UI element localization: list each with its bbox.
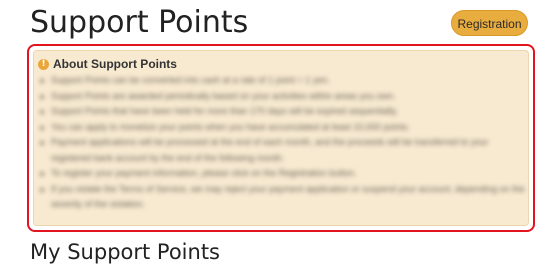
list-item-text: You can apply to monetize your points wh… (51, 121, 410, 132)
about-panel-title: About Support Points (53, 57, 177, 71)
list-item-text: Support Points that have been held for m… (51, 106, 399, 116)
bullet-icon (40, 79, 44, 83)
bullet-icon (40, 110, 44, 114)
bullet-icon (40, 172, 44, 176)
list-item-text: If you violate the Terms of Service, we … (51, 183, 525, 210)
list-item-text: Support Points can be converted into cas… (51, 75, 330, 85)
list-item: If you violate the Terms of Service, we … (38, 182, 526, 213)
my-support-points-title: My Support Points (30, 240, 220, 264)
list-item-text: Payment applications will be processed a… (51, 137, 489, 163)
list-item: You can apply to monetize your points wh… (38, 120, 526, 136)
list-item-text: To register your payment information, pl… (51, 168, 357, 178)
list-item: Support Points are awarded periodically … (38, 89, 526, 105)
list-item: To register your payment information, pl… (38, 166, 526, 182)
about-panel-header: ! About Support Points (38, 57, 177, 71)
list-item: Support Points that have been held for m… (38, 104, 526, 120)
about-panel-body: ! About Support Points Support Points ca… (33, 50, 529, 226)
list-item: Payment applications will be processed a… (38, 135, 526, 166)
about-points-list: Support Points can be converted into cas… (38, 73, 526, 213)
info-icon: ! (38, 58, 49, 70)
list-item-text: Support Points are awarded periodically … (51, 90, 396, 101)
bullet-icon (40, 125, 44, 130)
list-item: Support Points can be converted into cas… (38, 73, 526, 89)
about-support-points-panel: ! About Support Points Support Points ca… (27, 44, 535, 232)
bullet-icon (40, 141, 44, 145)
bullet-icon (40, 94, 44, 99)
bullet-icon (40, 187, 44, 192)
registration-button[interactable]: Registration (451, 10, 528, 36)
page-title: Support Points (30, 5, 249, 40)
